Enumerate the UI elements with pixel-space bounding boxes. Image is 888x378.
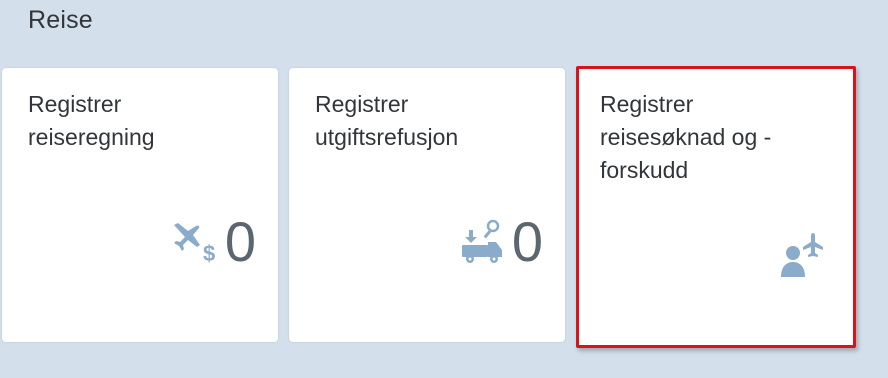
person-travel-icon	[779, 231, 827, 279]
tile-kpi-value: 0	[224, 209, 256, 273]
tile-title-line: utgiftsrefusjon	[315, 124, 459, 150]
tile-title-line: forskudd	[600, 157, 689, 183]
expense-refund-icon	[460, 218, 504, 264]
travel-expense-icon: $	[171, 219, 217, 263]
tile-title-line: reiseregning	[28, 124, 155, 150]
tile-kpi: $ 0	[171, 206, 256, 276]
tile-title-line: reisesøknad og -	[600, 124, 772, 150]
tile-title-line: Registrer	[600, 91, 694, 117]
tile-travel-expense-report[interactable]: Registrer reiseregning $ 0	[2, 68, 278, 342]
tile-title: Registrer reiseregning	[28, 88, 258, 154]
tile-title-line: Registrer	[315, 91, 409, 117]
group-title: Reise	[28, 6, 93, 34]
tile-travel-request-advance[interactable]: Registrer reisesøknad og - forskudd	[576, 66, 856, 348]
tile-kpi: 0	[460, 206, 543, 276]
svg-text:$: $	[203, 241, 215, 263]
tile-title: Registrer utgiftsrefusjon	[315, 88, 545, 154]
tile-expense-refund[interactable]: Registrer utgiftsrefusjon 0	[289, 68, 565, 342]
tile-title-line: Registrer	[28, 91, 122, 117]
tile-title: Registrer reisesøknad og - forskudd	[600, 88, 830, 187]
tile-kpi-value: 0	[511, 209, 543, 273]
